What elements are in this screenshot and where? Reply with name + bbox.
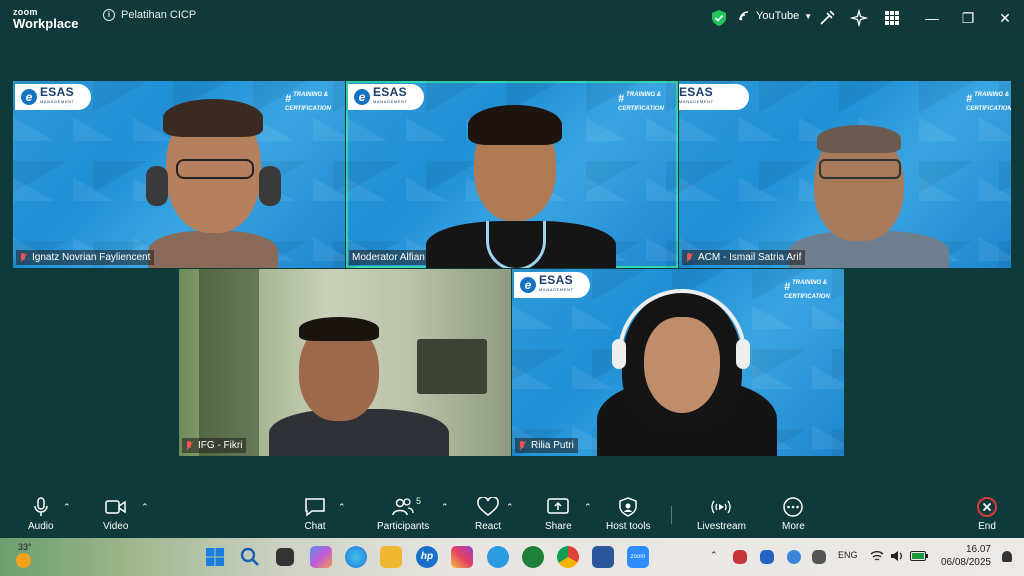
react-button[interactable]: React xyxy=(475,497,501,532)
task-view-icon[interactable] xyxy=(276,548,294,566)
ai-companion-icon[interactable] xyxy=(850,9,868,27)
esas-logo: ESAS MANAGEMENT xyxy=(679,84,749,110)
tray-app-icon[interactable] xyxy=(733,550,747,564)
training-tagline: # TRAINING & CERTIFICATION xyxy=(285,92,331,112)
notification-bell-icon[interactable] xyxy=(1002,551,1012,562)
video-tile[interactable]: ESAS MANAGEMENT # TRAINING & CERTIFICATION … xyxy=(679,81,1011,268)
livestream-icon xyxy=(711,500,732,514)
training-tagline: # TRAINING & CERTIFICATION xyxy=(966,92,1011,112)
video-tile-active-speaker[interactable]: e ESAS MANAGEMENT # TRAINING & CERTIFICATIO… xyxy=(346,81,678,268)
end-meeting-button[interactable]: End xyxy=(976,497,998,532)
search-icon[interactable] xyxy=(240,547,260,567)
video-gallery: e ESAS MANAGEMENT # TRAINING & CERTIFICATIO… xyxy=(0,36,1024,492)
microphone-icon xyxy=(34,497,48,516)
clock-time: 16.07 xyxy=(965,544,991,555)
share-button[interactable]: Share xyxy=(545,497,572,532)
end-close-icon xyxy=(977,497,997,517)
info-icon: i xyxy=(103,9,115,21)
participant-name-tag: IFG - Fikri xyxy=(182,438,247,453)
livestream-button[interactable]: Livestream xyxy=(697,497,746,532)
weather-sun-icon xyxy=(16,553,31,568)
copilot-icon[interactable] xyxy=(310,546,332,568)
participants-icon xyxy=(392,498,414,516)
esas-logo: e ESAS MANAGEMENT xyxy=(15,84,91,110)
participants-count: 5 xyxy=(416,496,422,506)
file-explorer-icon[interactable] xyxy=(380,546,402,568)
battery-icon[interactable] xyxy=(910,551,928,561)
tray-app-icon[interactable] xyxy=(812,550,826,564)
chrome-browser-icon[interactable] xyxy=(557,546,579,568)
video-tile[interactable]: e ESAS MANAGEMENT # TRAINING & CERTIFICATIO… xyxy=(512,269,844,456)
share-screen-icon xyxy=(547,498,570,514)
chat-bubble-icon xyxy=(305,498,325,517)
participant-name-tag: Ignatz Novrian Fayliencent xyxy=(16,250,155,265)
weather-temperature[interactable]: 33° xyxy=(18,542,32,552)
video-camera-icon xyxy=(104,500,126,514)
windows-taskbar: 33° hp zoom ⌃ ENG 16.07 06/08/2025 xyxy=(0,538,1024,576)
encryption-shield-icon[interactable] xyxy=(712,10,726,26)
react-options-caret[interactable]: ⌃ xyxy=(506,502,514,513)
meeting-controls: Audio ⌃ Video ⌃ Chat ⌃ Participants 5 ⌃ … xyxy=(0,492,1024,538)
participant-name-tag: Moderator Alfian xyxy=(349,250,429,265)
esas-logo: e ESAS MANAGEMENT xyxy=(348,84,424,110)
weather-app-icon[interactable] xyxy=(487,546,509,568)
edge-browser-icon[interactable] xyxy=(345,546,367,568)
close-window-button[interactable]: ✕ xyxy=(995,8,1015,28)
chat-options-caret[interactable]: ⌃ xyxy=(338,502,346,513)
more-dots-icon xyxy=(783,497,804,517)
volume-icon[interactable] xyxy=(890,550,904,562)
chat-button[interactable]: Chat xyxy=(304,497,326,532)
video-tile[interactable]: IFG - Fikri xyxy=(179,269,511,456)
title-bar: zoom Workplace i Pelatihan CICP YouTube … xyxy=(0,0,1024,36)
audio-button[interactable]: Audio xyxy=(28,497,54,532)
host-tools-button[interactable]: Host tools xyxy=(606,497,650,532)
esas-logo: e ESAS MANAGEMENT xyxy=(514,272,590,298)
logo-line2: Workplace xyxy=(13,16,79,31)
tray-app-icon[interactable] xyxy=(760,550,774,564)
tray-app-icon[interactable] xyxy=(787,550,801,564)
minimize-button[interactable]: — xyxy=(922,8,942,28)
restore-button[interactable]: ❐ xyxy=(958,8,978,28)
more-button[interactable]: More xyxy=(782,497,805,532)
chevron-down-icon: ▼ xyxy=(804,11,813,21)
participant-name-tag: ACM - Ismail Satria Arif xyxy=(682,250,806,265)
mic-muted-icon xyxy=(685,252,694,263)
video-tile[interactable]: e ESAS MANAGEMENT # TRAINING & CERTIFICATIO… xyxy=(13,81,345,268)
toolbar-divider xyxy=(671,506,672,524)
share-options-caret[interactable]: ⌃ xyxy=(584,502,592,513)
meeting-info-button[interactable]: i Pelatihan CICP xyxy=(103,9,196,21)
clock-date: 06/08/2025 xyxy=(940,557,991,568)
audio-options-caret[interactable]: ⌃ xyxy=(63,502,71,513)
video-options-caret[interactable]: ⌃ xyxy=(141,502,149,513)
mic-muted-icon xyxy=(19,252,28,263)
video-button[interactable]: Video xyxy=(103,497,128,532)
livestream-status-dropdown[interactable]: YouTube ▼ xyxy=(739,10,812,22)
mic-muted-icon xyxy=(518,440,527,451)
host-shield-icon xyxy=(619,497,637,517)
input-language[interactable]: ENG xyxy=(838,550,858,560)
green-app-icon[interactable] xyxy=(522,546,544,568)
hp-app-icon[interactable]: hp xyxy=(416,546,438,568)
instagram-icon[interactable] xyxy=(451,546,473,568)
participants-options-caret[interactable]: ⌃ xyxy=(441,502,449,513)
mic-muted-icon xyxy=(185,440,194,451)
windows-start-icon[interactable] xyxy=(205,547,225,567)
participant-name-tag: Rilia Putri xyxy=(515,438,578,453)
training-tagline: # TRAINING & CERTIFICATION xyxy=(618,92,664,112)
zoom-logo: zoom Workplace xyxy=(13,7,79,31)
chevron-up-icon[interactable]: ⌃ xyxy=(710,550,718,561)
heart-icon xyxy=(477,497,499,516)
zoom-app-icon[interactable]: zoom xyxy=(627,546,649,568)
taskbar-clock[interactable]: 16.07 06/08/2025 xyxy=(941,543,991,569)
annotate-icon[interactable] xyxy=(818,9,836,27)
meeting-title: Pelatihan CICP xyxy=(121,9,197,21)
wifi-icon[interactable] xyxy=(870,550,884,562)
participants-button[interactable]: Participants xyxy=(377,497,429,532)
broadcast-icon xyxy=(739,11,749,21)
training-tagline: # TRAINING & CERTIFICATION xyxy=(784,280,830,300)
word-icon[interactable] xyxy=(592,546,614,568)
apps-grid-icon[interactable] xyxy=(883,9,901,27)
stream-label: YouTube xyxy=(756,10,800,22)
